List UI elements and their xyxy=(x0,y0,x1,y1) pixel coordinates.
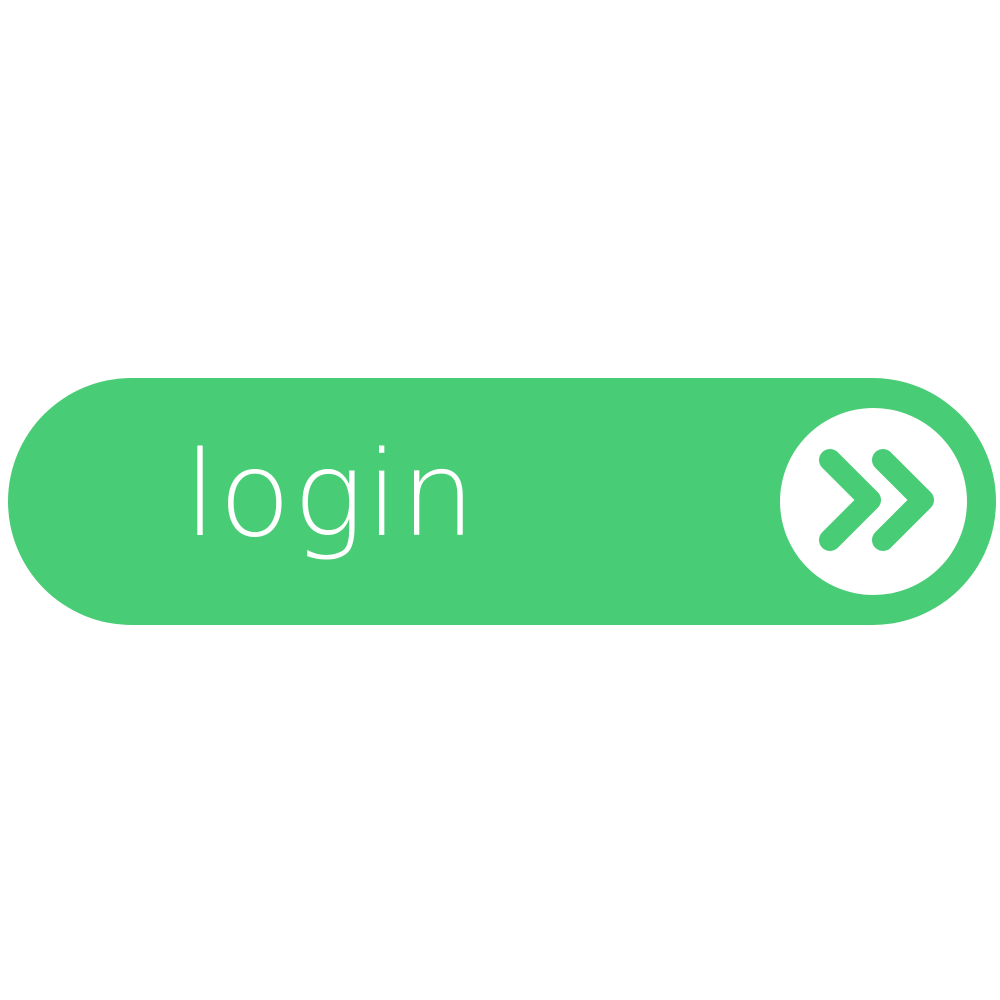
arrow-circle[interactable] xyxy=(780,408,967,595)
login-button[interactable]: login xyxy=(8,378,996,625)
double-chevron-right-icon xyxy=(819,449,934,551)
page: login xyxy=(0,0,1000,1000)
login-label: login xyxy=(184,425,478,563)
